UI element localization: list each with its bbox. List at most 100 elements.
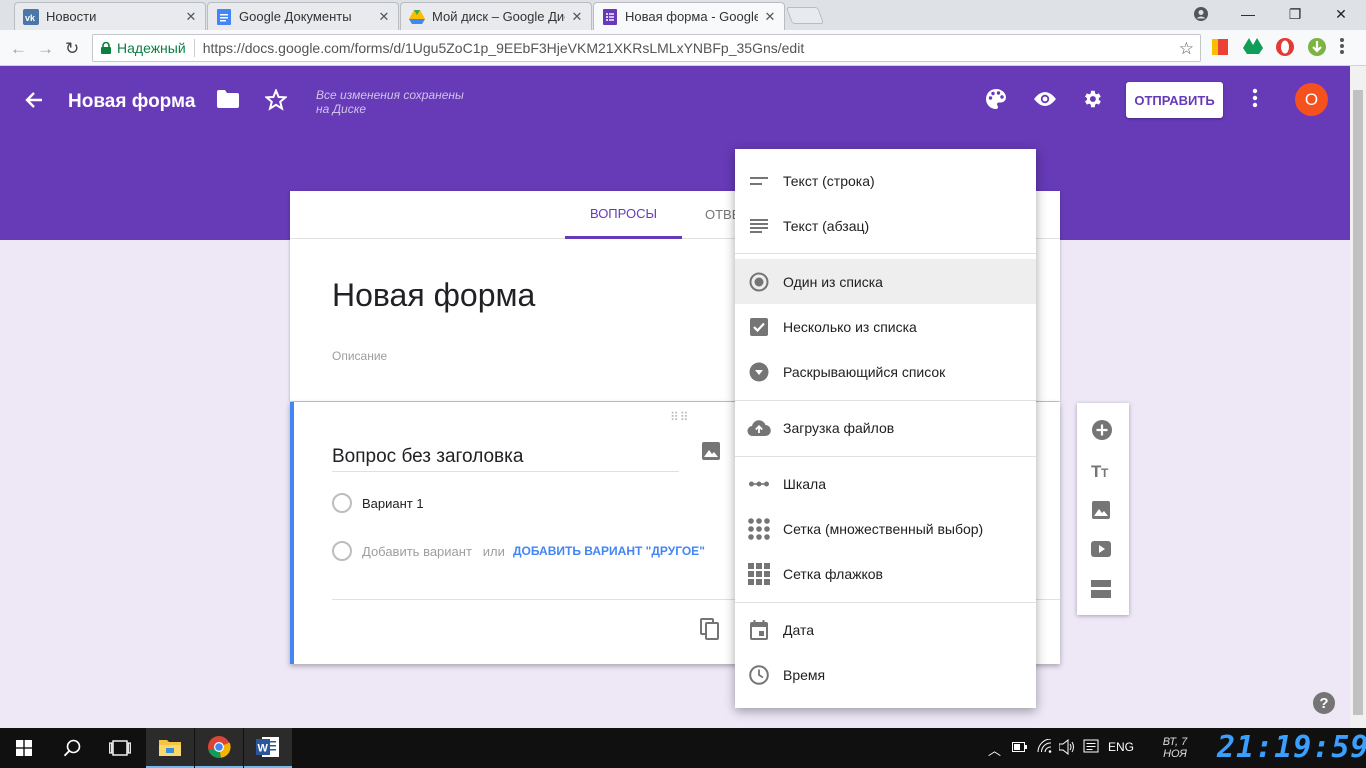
menu-item-time[interactable]: Время [735, 652, 1036, 697]
add-video-icon[interactable] [1091, 540, 1111, 558]
back-arrow-icon[interactable] [24, 90, 44, 110]
grid-dots-icon [735, 517, 783, 540]
battery-icon[interactable] [1012, 741, 1028, 753]
menu-item-file-upload[interactable]: Загрузка файлов [735, 405, 1036, 450]
add-image-icon[interactable] [702, 442, 720, 460]
menu-item-checkboxes[interactable]: Несколько из списка [735, 304, 1036, 349]
bookmark-star-icon[interactable]: ☆ [1179, 39, 1194, 59]
preview-eye-icon[interactable] [1033, 91, 1057, 107]
word-icon[interactable]: W [244, 728, 292, 768]
add-question-icon[interactable] [1091, 419, 1113, 441]
download-extension-icon[interactable] [1307, 37, 1327, 57]
tab-google-drive[interactable]: Мой диск – Google Дис ✕ [400, 2, 592, 30]
form-description-field[interactable]: Описание [332, 349, 387, 363]
page-scrollbar[interactable] [1350, 66, 1366, 728]
question-title-field[interactable]: Вопрос без заголовка [332, 446, 679, 472]
form-title-field[interactable]: Новая форма [332, 277, 535, 314]
settings-gear-icon[interactable] [1081, 88, 1103, 110]
tab-vk-news[interactable]: vk Новости ✕ [14, 2, 206, 30]
option-1-field[interactable]: Вариант 1 [362, 496, 424, 511]
menu-item-paragraph[interactable]: Текст (абзац) [735, 203, 1036, 248]
add-image-icon[interactable] [1091, 500, 1111, 520]
dropdown-icon [735, 362, 783, 382]
restore-icon[interactable]: ❐ [1280, 3, 1310, 25]
date-day: ВТ, 7 [1162, 736, 1188, 748]
search-icon[interactable] [48, 728, 96, 768]
menu-divider [735, 456, 1036, 457]
notifications-icon[interactable] [1083, 739, 1099, 755]
menu-item-label: Несколько из списка [783, 318, 917, 335]
browser-tab-bar: vk Новости ✕ Google Документы ✕ Мой диск… [0, 0, 1366, 30]
option-radio [332, 541, 352, 561]
duplicate-icon[interactable] [700, 618, 720, 640]
new-tab-button[interactable] [785, 7, 825, 24]
checkbox-icon [735, 317, 783, 336]
tab-title: Google Документы [239, 9, 352, 24]
tab-title: Новая форма - Google [625, 9, 758, 24]
menu-item-multiple-choice[interactable]: Один из списка [735, 259, 1036, 304]
calendar-icon [735, 619, 783, 640]
profile-icon[interactable] [1186, 3, 1216, 25]
short-text-icon [735, 176, 783, 185]
lock-icon [101, 42, 111, 54]
close-tab-icon[interactable]: ✕ [378, 9, 390, 25]
paragraph-icon [735, 218, 783, 233]
taskbar-date[interactable]: ВТ, 7 НОЯ [1152, 736, 1198, 760]
add-section-icon[interactable] [1091, 580, 1111, 598]
header-form-title[interactable]: Новая форма [68, 91, 195, 113]
chevron-up-icon[interactable]: ︿ [988, 740, 1001, 759]
side-toolbar: TT [1077, 403, 1129, 615]
add-title-icon[interactable]: TT [1091, 461, 1113, 479]
chrome-icon[interactable] [195, 728, 243, 768]
wifi-icon[interactable] [1037, 739, 1053, 753]
save-status-line: на Диске [316, 102, 367, 116]
menu-item-scale[interactable]: Шкала [735, 461, 1036, 506]
forms-icon [602, 8, 618, 25]
send-button[interactable]: ОТПРАВИТЬ [1126, 82, 1223, 118]
avatar[interactable]: O [1295, 83, 1328, 116]
menu-item-date[interactable]: Дата [735, 607, 1036, 652]
back-icon[interactable]: ← [10, 39, 27, 59]
volume-icon[interactable] [1059, 739, 1077, 755]
question-type-menu: Текст (строка) Текст (абзац) Один из спи… [735, 149, 1036, 708]
more-vert-icon[interactable] [1252, 88, 1258, 108]
menu-dots-icon[interactable] [1339, 37, 1359, 57]
close-tab-icon[interactable]: ✕ [571, 9, 583, 25]
task-view-icon[interactable] [96, 728, 144, 768]
menu-item-short-text[interactable]: Текст (строка) [735, 158, 1036, 203]
tab-google-forms[interactable]: Новая форма - Google ✕ [593, 2, 785, 30]
file-explorer-icon[interactable] [146, 728, 194, 768]
menu-item-multiple-choice-grid[interactable]: Сетка (множественный выбор) [735, 506, 1036, 551]
menu-item-dropdown[interactable]: Раскрывающийся список [735, 349, 1036, 394]
menu-divider [735, 253, 1036, 254]
tab-questions[interactable]: ВОПРОСЫ [565, 191, 682, 239]
menu-item-checkbox-grid[interactable]: Сетка флажков [735, 551, 1036, 596]
bookmark-flag-icon[interactable] [1210, 37, 1230, 57]
palette-icon[interactable] [985, 88, 1007, 110]
tab-google-docs[interactable]: Google Документы ✕ [207, 2, 399, 30]
close-window-icon[interactable]: ✕ [1326, 3, 1356, 25]
close-tab-icon[interactable]: ✕ [185, 9, 197, 25]
star-icon[interactable] [265, 89, 287, 111]
drive-extension-icon[interactable] [1243, 37, 1263, 57]
divider [193, 39, 195, 57]
windows-start-icon[interactable] [0, 728, 48, 768]
add-option-link[interactable]: Добавить вариант [362, 544, 472, 559]
close-tab-icon[interactable]: ✕ [764, 9, 776, 25]
add-other-option-link[interactable]: ДОБАВИТЬ ВАРИАНТ "ДРУГОЕ" [513, 544, 705, 558]
url-text[interactable]: https://docs.google.com/forms/d/1Ugu5ZoC… [203, 40, 805, 56]
folder-icon[interactable] [217, 90, 239, 108]
language-indicator[interactable]: ENG [1108, 740, 1134, 754]
reload-icon[interactable]: ↻ [65, 39, 79, 59]
forward-icon[interactable]: → [37, 39, 54, 59]
help-icon[interactable]: ? [1313, 692, 1335, 714]
menu-item-label: Дата [783, 621, 815, 638]
clock-icon [735, 664, 783, 685]
omnibox[interactable]: Надежный https://docs.google.com/forms/d… [92, 34, 1201, 62]
drag-handle-icon[interactable]: ⠿⠿ [670, 410, 690, 424]
desktop-clock: 21:19:59 [1217, 730, 1366, 765]
svg-text:T: T [1101, 466, 1109, 479]
opera-icon[interactable] [1275, 37, 1295, 57]
scrollbar-thumb[interactable] [1353, 90, 1363, 715]
minimize-icon[interactable]: — [1233, 3, 1263, 25]
